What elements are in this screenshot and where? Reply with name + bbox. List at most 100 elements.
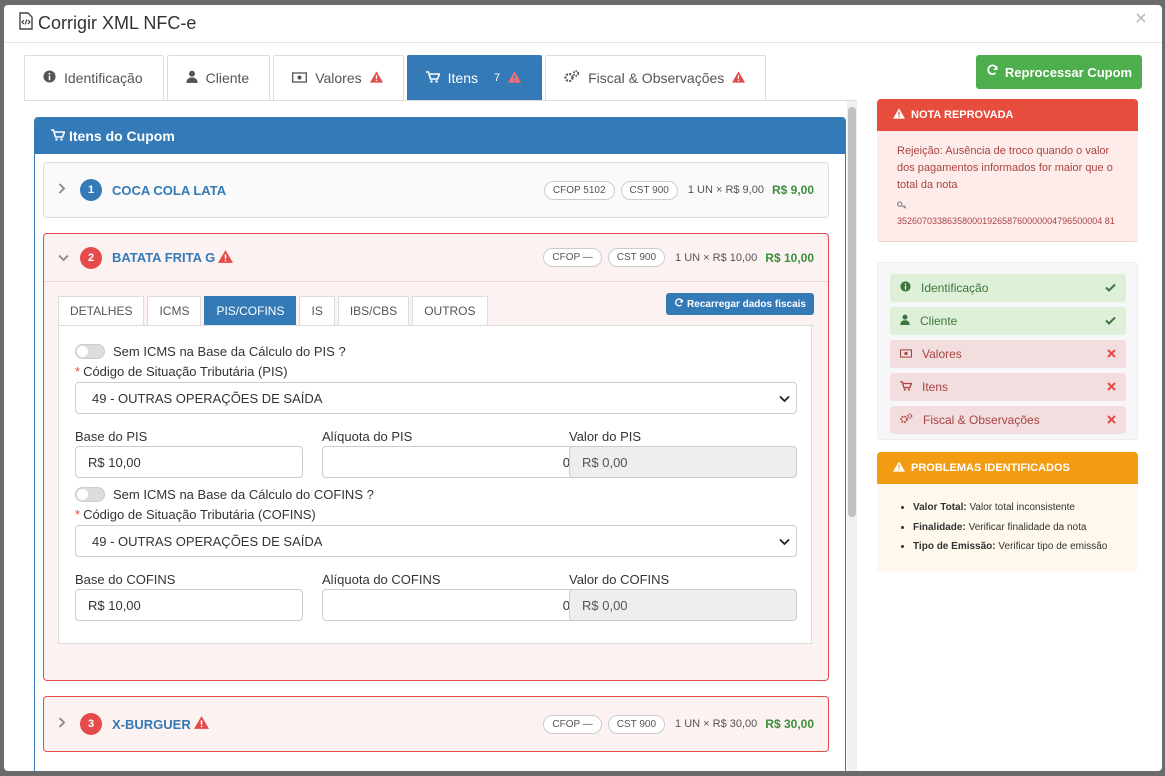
problemas-box: PROBLEMAS IDENTIFICADOS Valor Total: Val… — [877, 452, 1138, 572]
item-row-2: 2 BATATA FRITA G CFOP — CST 900 1 UN × R… — [43, 233, 829, 681]
item-qty: 1 UN × R$ 10,00 — [675, 251, 758, 264]
times-icon — [1107, 347, 1116, 361]
items-card: Itens do Cupom 1 COCA COLA LATA CFOP 510… — [34, 117, 846, 771]
chevron-right-icon[interactable] — [58, 183, 72, 197]
item-row-3[interactable]: 3 X-BURGUER CFOP — CST 900 1 UN × R$ 30,… — [43, 696, 829, 752]
list-item: Valor Total: Valor total inconsistente — [913, 498, 1122, 518]
item-row-1[interactable]: 1 COCA COLA LATA CFOP 5102 CST 900 1 UN … — [43, 162, 829, 218]
panel-scrollbar[interactable] — [847, 101, 857, 771]
tab-pis-cofins[interactable]: PIS/COFINS — [204, 296, 297, 325]
gears-icon — [900, 413, 913, 427]
items-card-header: Itens do Cupom — [35, 118, 845, 154]
item-detail-panel: DETALHES ICMS PIS/COFINS IS IBS/CBS OUTR… — [58, 293, 814, 646]
warning-icon — [218, 249, 234, 266]
close-icon[interactable] — [1136, 13, 1146, 23]
money-icon — [292, 70, 308, 86]
modal-title-text: Corrigir XML NFC-e — [38, 13, 197, 33]
item-number: 3 — [80, 713, 102, 735]
cofins-aliquota-input[interactable]: 0 — [322, 589, 583, 621]
status-valores[interactable]: Valores — [890, 340, 1126, 368]
tab-identificacao[interactable]: Identificação — [24, 55, 164, 100]
cart-icon — [51, 128, 66, 144]
tab-cliente[interactable]: Cliente — [166, 55, 271, 100]
tab-itens[interactable]: Itens 7 — [406, 55, 543, 100]
warning-icon — [893, 108, 905, 122]
sem-icms-cofins-toggle[interactable] — [75, 487, 105, 502]
scrollbar-thumb[interactable] — [848, 107, 856, 517]
item-qty: 1 UN × R$ 30,00 — [675, 718, 758, 730]
warning-icon — [508, 70, 522, 86]
status-itens[interactable]: Itens — [890, 373, 1126, 401]
chevron-down-icon[interactable] — [58, 251, 72, 265]
item-number: 2 — [80, 246, 102, 269]
tab-icms[interactable]: ICMS — [147, 296, 202, 325]
info-circle-icon — [43, 70, 56, 86]
tab-fiscal-observacoes[interactable]: Fiscal & Observações — [545, 55, 767, 100]
cofins-valor-input: R$ 0,00 — [569, 589, 797, 621]
access-key: 3526070338635800019265876000000479650000… — [877, 194, 1138, 226]
warning-icon — [732, 70, 746, 86]
status-fiscal-observacoes[interactable]: Fiscal & Observações — [890, 406, 1126, 434]
item-row-2-header[interactable]: 2 BATATA FRITA G CFOP — CST 900 1 UN × R… — [44, 234, 828, 282]
cofins-base-input[interactable]: R$ 10,00 — [75, 589, 303, 621]
cfop-pill: CFOP — — [543, 248, 602, 267]
left-column: Identificação Cliente Valores Itens 7 Fi… — [24, 55, 857, 771]
cfop-pill: CFOP — — [543, 714, 602, 734]
check-icon — [1105, 314, 1116, 328]
modal-title: Corrigir XML NFC-e — [18, 12, 196, 35]
nota-reprovada-header: NOTA REPROVADA — [877, 99, 1138, 131]
times-icon — [1107, 380, 1116, 394]
tab-panel: Itens do Cupom 1 COCA COLA LATA CFOP 510… — [24, 101, 857, 771]
user-icon — [186, 70, 198, 86]
key-icon — [897, 200, 1118, 212]
item-price: R$ 10,00 — [765, 250, 814, 265]
pis-base-label: Base do PIS — [75, 429, 148, 444]
nota-reprovada-box: NOTA REPROVADA Rejeição: Ausência de tro… — [877, 99, 1138, 242]
warning-icon — [193, 716, 209, 732]
problemas-header: PROBLEMAS IDENTIFICADOS — [877, 452, 1138, 484]
tab-detalhes[interactable]: DETALHES — [58, 296, 145, 325]
sem-icms-pis-toggle[interactable] — [75, 344, 105, 359]
pis-toggle-row: Sem ICMS na Base da Cálculo do PIS ? — [75, 344, 346, 359]
cofins-cst-label: * Código de Situação Tributária (COFINS) — [75, 507, 316, 522]
problems-list: Valor Total: Valor total inconsistente F… — [877, 484, 1138, 557]
reload-fiscal-button[interactable]: Recarregar dados fiscais — [666, 293, 814, 315]
item-name: COCA COLA LATA — [112, 182, 227, 198]
pis-cst-label: * Código de Situação Tributária (PIS) — [75, 364, 288, 379]
item-price: R$ 9,00 — [771, 183, 814, 197]
chevron-down-icon — [779, 535, 790, 550]
refresh-icon — [674, 297, 684, 311]
cofins-valor-label: Valor do COFINS — [569, 572, 670, 587]
file-code-icon — [18, 12, 34, 35]
refresh-icon — [986, 64, 999, 80]
tab-outros[interactable]: OUTROS — [412, 296, 488, 325]
pis-cst-select[interactable]: 49 - OUTRAS OPERAÇÕES DE SAÍDA — [75, 382, 797, 414]
items-count-badge: 7 — [494, 72, 501, 84]
reprocess-button[interactable]: Reprocessar Cupom — [976, 55, 1142, 89]
cst-pill: CST 900 — [607, 714, 666, 734]
cfop-pill: CFOP 5102 — [543, 180, 615, 200]
item-number: 1 — [80, 179, 102, 201]
chevron-down-icon — [779, 392, 790, 407]
tab-valores[interactable]: Valores — [273, 55, 404, 100]
modal-header: Corrigir XML NFC-e — [4, 5, 1162, 43]
cst-pill: CST 900 — [620, 180, 678, 200]
pis-valor-input: R$ 0,00 — [569, 446, 797, 478]
cofins-cst-select[interactable]: 49 - OUTRAS OPERAÇÕES DE SAÍDA — [75, 525, 797, 557]
list-item: Finalidade: Verificar finalidade da nota — [913, 518, 1122, 538]
pis-aliquota-label: Alíquota do PIS — [322, 429, 413, 444]
item-name: X-BURGUER — [112, 716, 537, 732]
tab-is[interactable]: IS — [299, 296, 335, 325]
status-cliente[interactable]: Cliente — [890, 307, 1126, 335]
pis-base-input[interactable]: R$ 10,00 — [75, 446, 303, 478]
tab-ibs-cbs[interactable]: IBS/CBS — [337, 296, 410, 325]
cst-pill: CST 900 — [607, 248, 666, 267]
pis-aliquota-input[interactable]: 0 — [322, 446, 583, 478]
times-icon — [1107, 413, 1116, 427]
cart-icon — [900, 380, 913, 394]
item-qty: 1 UN × R$ 9,00 — [687, 184, 764, 196]
status-identificacao[interactable]: Identificação — [890, 274, 1126, 302]
cart-icon — [425, 70, 441, 86]
cofins-aliquota-label: Alíquota do COFINS — [322, 572, 441, 587]
chevron-right-icon[interactable] — [58, 717, 72, 731]
